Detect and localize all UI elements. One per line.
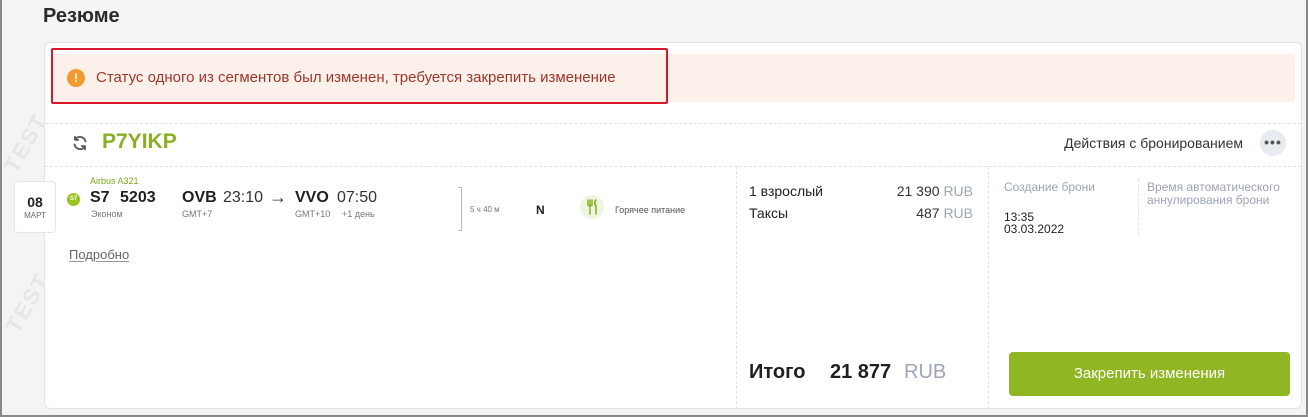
pnr-code: P7YIKP xyxy=(102,130,177,153)
departure-time: 23:10 xyxy=(223,189,264,206)
meal-label: Горячее питание xyxy=(615,205,686,215)
total-currency: RUB xyxy=(904,361,947,383)
warning-icon: ! xyxy=(67,69,85,87)
arrival-timezone: GMT+10 xyxy=(295,209,331,219)
date-month: МАРТ xyxy=(24,211,46,220)
flight-number: S7 5203 xyxy=(90,189,156,206)
refresh-icon[interactable] xyxy=(71,134,89,152)
date-day: 08 xyxy=(27,194,43,210)
cabin-class: Эконом xyxy=(91,209,123,219)
currency: RUB xyxy=(943,205,973,221)
booking-actions-label[interactable]: Действия с бронированием xyxy=(1064,135,1243,151)
duration-bracket xyxy=(458,187,462,231)
page-title: Резюме xyxy=(43,5,120,27)
auto-cancel-label: Время автоматического аннулирования брон… xyxy=(1147,180,1280,207)
price-amount-adult: 21 390 RUB xyxy=(873,183,973,199)
price-label-taxes: Таксы xyxy=(749,205,789,221)
departure-timezone: GMT+7 xyxy=(182,209,213,219)
currency: RUB xyxy=(943,183,973,199)
aircraft-type: Airbus A321 xyxy=(90,176,139,186)
more-actions-button[interactable]: ••• xyxy=(1260,130,1286,156)
arrow-right-icon: → xyxy=(269,187,287,207)
created-date: 03.03.2022 xyxy=(1004,222,1065,236)
flight-duration: 5 ч 40 м xyxy=(470,205,500,214)
booking-header: P7YIKP Действия с бронированием ••• xyxy=(45,123,1301,165)
total-amount: 21 877 xyxy=(830,361,892,383)
divider xyxy=(1138,179,1139,235)
booking-class: N xyxy=(536,203,545,217)
arrival-airport: VVO xyxy=(295,189,329,206)
details-link[interactable]: Подробно xyxy=(69,247,129,262)
divider xyxy=(45,166,1301,167)
amount: 21 390 xyxy=(896,183,940,199)
amount: 487 xyxy=(916,205,940,221)
total-label: Итого xyxy=(749,361,806,383)
created-label: Создание брони xyxy=(1004,180,1096,194)
airline-logo: S7 xyxy=(67,193,80,206)
booking-summary-card: ! Статус одного из сегментов был изменен… xyxy=(14,42,1302,409)
divider xyxy=(988,166,989,409)
meal-icon xyxy=(580,195,604,219)
arrival-time: 07:50 xyxy=(337,189,378,206)
commit-changes-button[interactable]: Закрепить изменения xyxy=(1009,352,1290,396)
arrival-next-day: +1 день xyxy=(342,209,375,219)
page-frame: TEST TEST Резюме ! Статус одного из сегм… xyxy=(0,0,1308,417)
price-label-adult: 1 взрослый xyxy=(749,183,823,199)
departure-airport: OVB xyxy=(182,189,217,206)
segment-date-badge: 08 МАРТ xyxy=(14,181,56,233)
alert-message: Статус одного из сегментов был изменен, … xyxy=(96,69,616,86)
price-amount-taxes: 487 RUB xyxy=(873,205,973,221)
divider xyxy=(736,166,737,409)
